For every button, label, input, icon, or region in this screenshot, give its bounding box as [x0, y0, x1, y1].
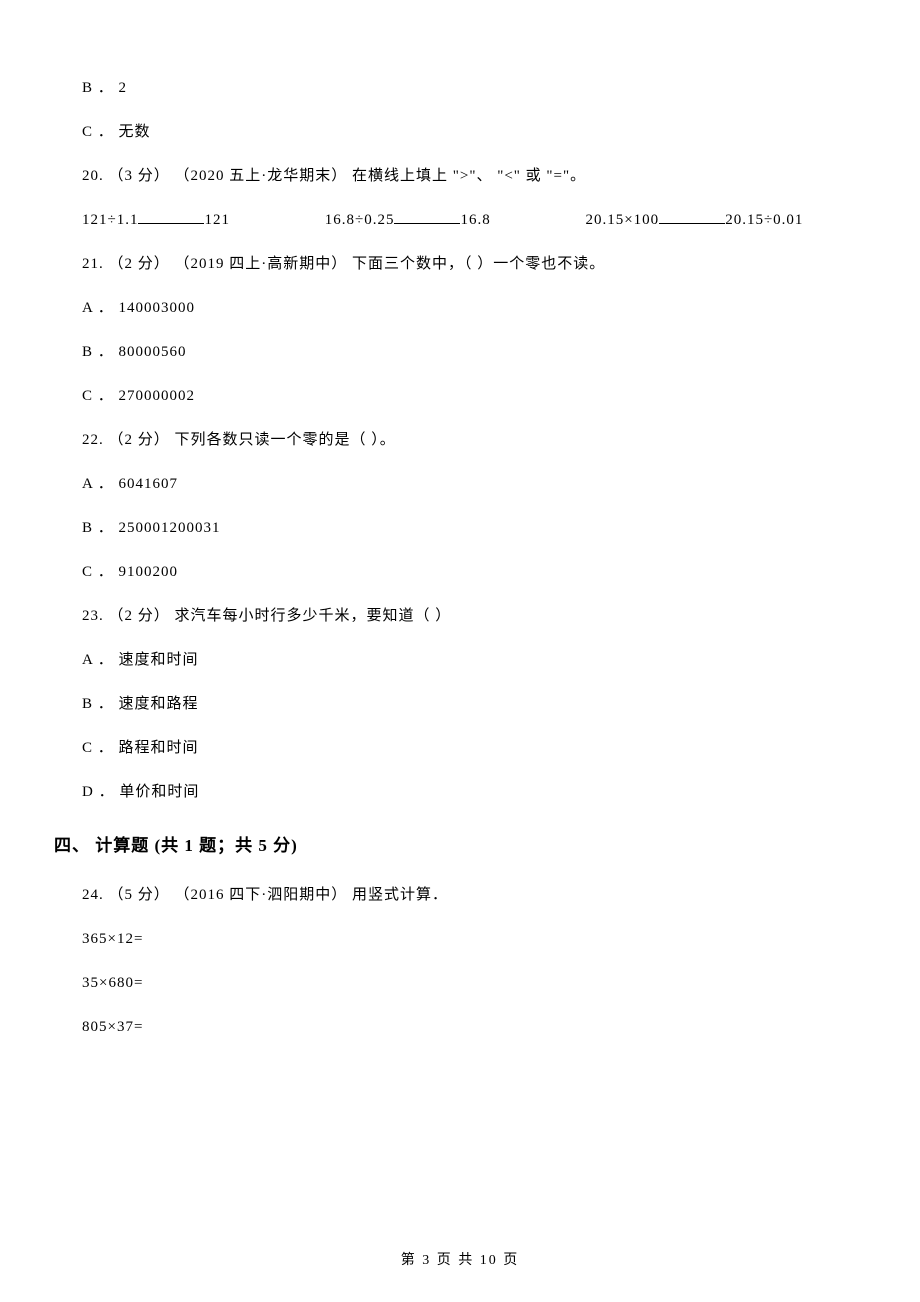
q24-calc-1: 365×12=	[82, 927, 866, 951]
q22-option-b: B ． 250001200031	[82, 516, 866, 540]
page-footer: 第 3 页 共 10 页	[0, 1250, 920, 1272]
q21-option-a: A ． 140003000	[82, 296, 866, 320]
q-prev-option-b: B ． 2	[82, 76, 866, 100]
q20-p2a: 16.8÷0.25	[325, 212, 395, 228]
q24-stem: 24. （5 分） （2016 四下·泗阳期中） 用竖式计算．	[82, 883, 866, 907]
q20-p3a: 20.15×100	[585, 212, 659, 228]
content-block: B ． 2 C ． 无数 20. （3 分） （2020 五上·龙华期末） 在横…	[82, 76, 866, 804]
q24-calc-3: 805×37=	[82, 1015, 866, 1039]
q23-option-a: A ． 速度和时间	[82, 648, 866, 672]
q22-option-a: A ． 6041607	[82, 472, 866, 496]
q23-option-b: B ． 速度和路程	[82, 692, 866, 716]
q20-p1b: 121	[204, 212, 230, 228]
q24-calc-2: 35×680=	[82, 971, 866, 995]
q21-option-c: C ． 270000002	[82, 384, 866, 408]
q20-p1a: 121÷1.1	[82, 212, 138, 228]
q-prev-option-c: C ． 无数	[82, 120, 866, 144]
q20-part-2: 16.8÷0.25 16.8	[325, 208, 491, 232]
fill-blank[interactable]	[138, 209, 204, 224]
q20-part-1: 121÷1.1 121	[82, 208, 230, 232]
q20-p3b: 20.15÷0.01	[725, 212, 803, 228]
q20-stem: 20. （3 分） （2020 五上·龙华期末） 在横线上填上 ">"、 "<"…	[82, 164, 866, 188]
q20-fill-row: 121÷1.1 121 16.8÷0.25 16.8 20.15×100 20.15÷…	[82, 208, 866, 232]
q21-stem: 21. （2 分） （2019 四上·高新期中） 下面三个数中，（ ）一个零也不…	[82, 252, 866, 276]
q20-p2b: 16.8	[460, 212, 490, 228]
q23-option-c: C ． 路程和时间	[82, 736, 866, 760]
q20-part-3: 20.15×100 20.15÷0.01	[585, 208, 803, 232]
q22-stem: 22. （2 分） 下列各数只读一个零的是（ ）。	[82, 428, 866, 452]
q22-option-c: C ． 9100200	[82, 560, 866, 584]
q23-option-d: D ． 单价和时间	[82, 780, 866, 804]
fill-blank[interactable]	[394, 209, 460, 224]
q21-option-b: B ． 80000560	[82, 340, 866, 364]
page-container: B ． 2 C ． 无数 20. （3 分） （2020 五上·龙华期末） 在横…	[0, 0, 920, 1302]
q23-stem: 23. （2 分） 求汽车每小时行多少千米，要知道（ ）	[82, 604, 866, 628]
fill-blank[interactable]	[659, 209, 725, 224]
section-4-content: 24. （5 分） （2016 四下·泗阳期中） 用竖式计算． 365×12= …	[82, 883, 866, 1039]
section-4-header: 四、 计算题 (共 1 题；共 5 分)	[54, 832, 866, 859]
